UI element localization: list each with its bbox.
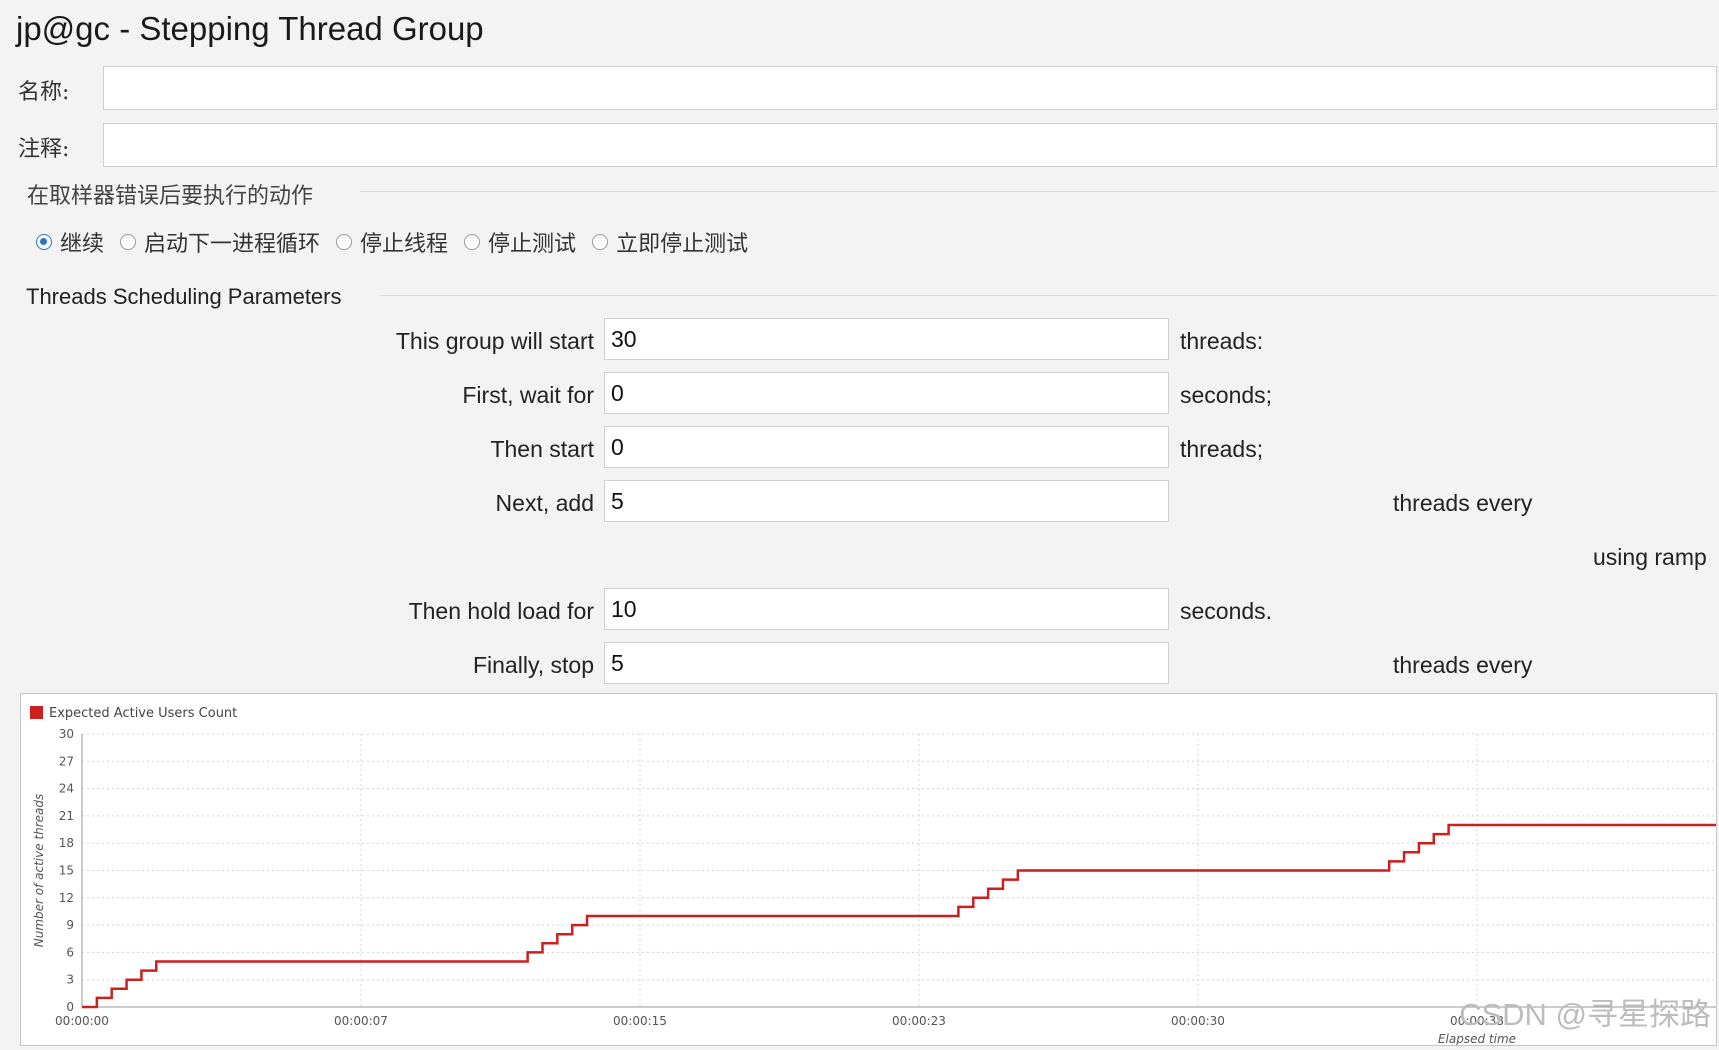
hold-load-input[interactable] [604,588,1169,630]
radio-stop-test[interactable]: 停止测试 [464,226,576,258]
radio-indicator[interactable] [120,234,137,250]
add-threads-suffix: threads every [1393,490,1533,516]
radio-label: 继续 [60,232,105,257]
y-tick-label: 27 [59,754,74,768]
threads-heading: Threads Scheduling Parameters [26,284,342,309]
initial-threads-input[interactable] [604,426,1169,468]
y-tick-label: 0 [66,1000,74,1014]
x-tick-label: 00:00:15 [613,1014,667,1028]
y-tick-label: 3 [66,973,74,987]
initial-delay-label: First, wait for [462,382,594,408]
error-action-group: 继续 启动下一进程循环 停止线程 停止测试 立即停止测试 [36,226,764,258]
stop-threads-label: Finally, stop [472,652,594,678]
name-label: 名称: [18,80,70,105]
stop-threads-suffix: threads every [1393,652,1533,678]
radio-stop-thread[interactable]: 停止线程 [336,226,448,258]
y-tick-label: 18 [59,836,74,850]
initial-threads-suffix: threads; [1180,436,1264,462]
hold-load-suffix: seconds. [1180,598,1273,624]
divider [360,191,1717,192]
start-threads-label: This group will start [395,328,594,354]
initial-delay-suffix: seconds; [1180,382,1273,408]
comment-field[interactable] [103,123,1717,167]
radio-continue[interactable]: 继续 [36,226,104,258]
x-tick-label: 00:00:07 [334,1014,388,1028]
legend-swatch [30,706,43,719]
name-field[interactable] [103,66,1717,110]
divider [380,295,1717,296]
y-tick-label: 30 [59,727,74,741]
radio-label: 启动下一进程循环 [144,232,321,257]
x-tick-label: 00:00:23 [892,1014,946,1028]
y-axis-title: Number of active threads [32,794,46,948]
y-tick-label: 21 [59,809,74,823]
y-tick-label: 15 [59,864,74,878]
legend-label: Expected Active Users Count [49,706,237,721]
ramp-label: using ramp [1593,544,1707,570]
initial-threads-label: Then start [490,436,594,462]
radio-stop-test-now[interactable]: 立即停止测试 [592,226,748,258]
y-tick-label: 24 [59,782,74,796]
radio-indicator[interactable] [592,234,609,250]
radio-label: 停止线程 [360,232,449,257]
start-threads-input[interactable] [604,318,1169,360]
hold-load-label: Then hold load for [408,598,594,624]
x-tick-label: 00:00:30 [1171,1014,1225,1028]
start-threads-suffix: threads: [1180,328,1264,354]
error-action-heading: 在取样器错误后要执行的动作 [27,184,314,209]
y-tick-label: 12 [59,891,74,905]
radio-indicator[interactable] [464,234,481,250]
watermark: CSDN @寻星探路 [1459,997,1711,1032]
y-tick-label: 6 [66,945,74,959]
radio-indicator[interactable] [336,234,353,250]
add-threads-label: Next, add [495,490,594,516]
radio-start-next-loop[interactable]: 启动下一进程循环 [120,226,320,258]
x-tick-label: 00:00:00 [55,1014,109,1028]
y-tick-label: 9 [66,918,74,932]
radio-label: 停止测试 [488,232,577,257]
stop-threads-input[interactable] [604,642,1169,684]
radio-indicator[interactable] [36,234,52,250]
initial-delay-input[interactable] [604,372,1169,414]
add-threads-input[interactable] [604,480,1169,522]
window-title: jp@gc - Stepping Thread Group [16,10,484,47]
radio-label: 立即停止测试 [616,232,749,257]
comment-label: 注释: [18,137,70,162]
